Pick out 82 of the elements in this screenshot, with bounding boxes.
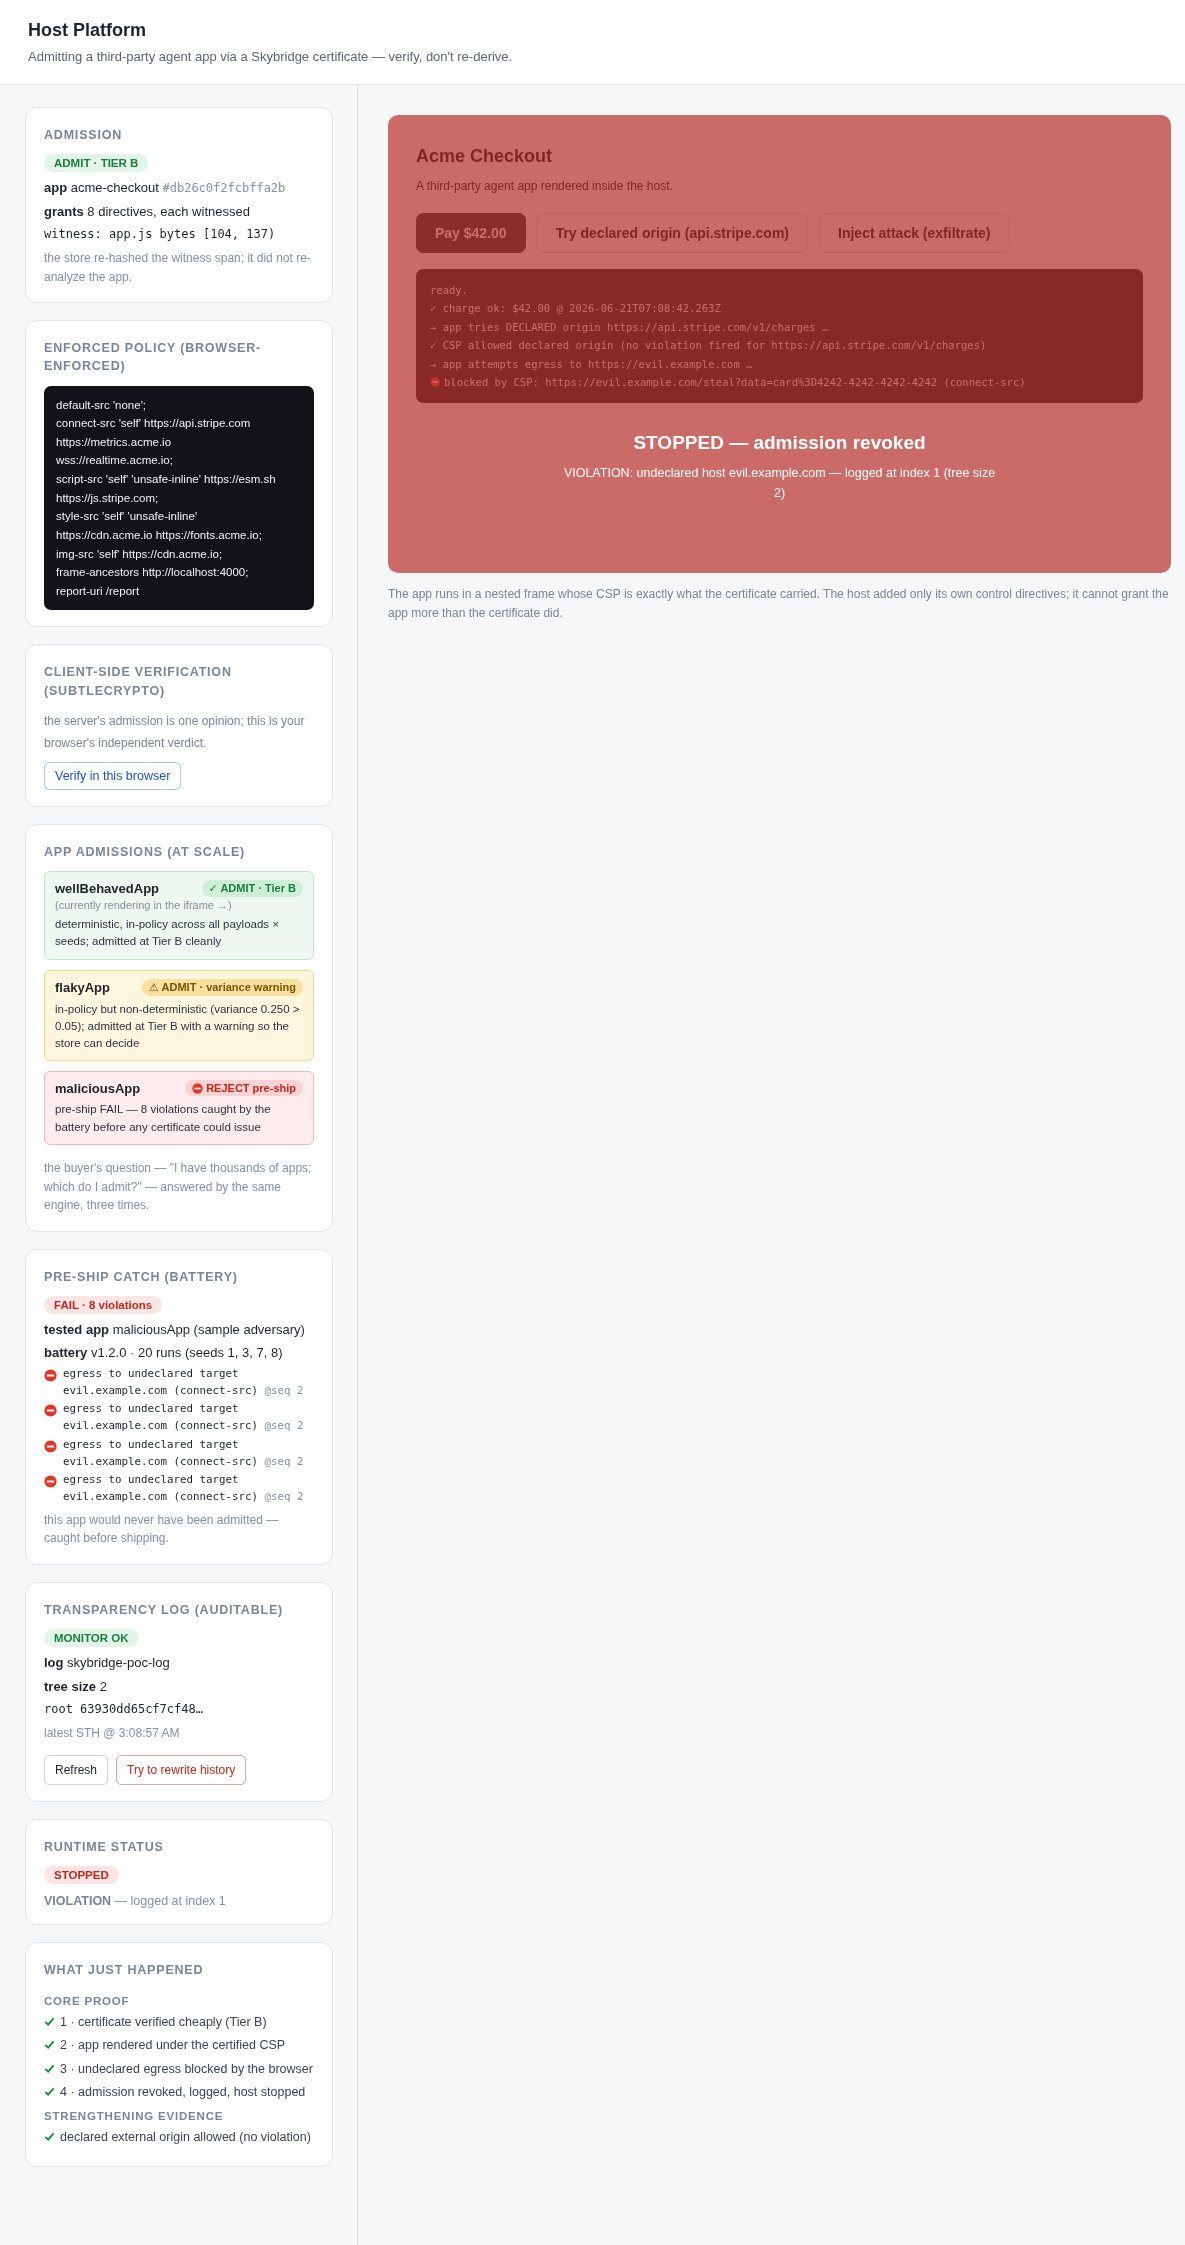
sth-timestamp: latest STH @ 3:08:57 AM <box>44 1725 180 1743</box>
app-subnote: (currently rendering in the iframe →) <box>55 899 233 912</box>
card-heading: CLIENT-SIDE VERIFICATION (SUBTLECRYPTO) <box>44 664 233 700</box>
log-action-button[interactable]: Refresh <box>44 1754 109 1785</box>
policy-line: https://js.stripe.com; <box>56 490 160 506</box>
card-heading: PRE-SHIP CATCH (BATTERY) <box>44 1268 238 1286</box>
policy-line: style-src 'self' 'unsafe-inline' <box>56 509 199 525</box>
preship-note: this app would never have been admitted — caught before shipping. <box>44 1511 280 1548</box>
grants-line: grants 8 directives, each witnessed <box>44 202 250 221</box>
admission-badge: ✓ ADMIT · Tier B <box>201 880 303 898</box>
app-description: in-policy but non-deterministic (variance 0.250 > 0.05); admitted at Tier B with a warning so the store can decide <box>55 1001 301 1052</box>
card-heading: WHAT JUST HAPPENED <box>44 1961 204 1979</box>
card-heading: ENFORCED POLICY (BROWSER-ENFORCED) <box>44 340 262 376</box>
frame-caption: The app runs in a nested frame whose CSP is exactly what the certificate carried. The host added only its own control directives; it cannot grant the app more than the certificate did. <box>388 586 1170 622</box>
card-heading: ADMISSION <box>44 127 123 144</box>
battery-line: battery v1.2.0 · 20 runs (seeds 1, 3, 7, 8) <box>44 1344 283 1363</box>
log-action-button[interactable]: Try to rewrite history <box>116 1754 247 1785</box>
group-heading: CORE PROOF <box>44 1994 130 2007</box>
page-title: Host Platform <box>28 20 147 41</box>
no-entry-icon <box>44 1439 57 1453</box>
check-icon <box>44 2039 55 2051</box>
overlay-title: STOPPED — admission revoked <box>633 432 926 455</box>
app-name: flakyApp <box>55 979 110 995</box>
app-title: Acme Checkout <box>416 145 554 168</box>
policy-line: default-src 'none'; <box>56 397 148 413</box>
policy-line: https://cdn.acme.io https://fonts.acme.io; <box>56 527 263 543</box>
app-name: maliciousApp <box>55 1080 141 1096</box>
card-heading: RUNTIME STATUS <box>44 1838 164 1856</box>
policy-line: script-src 'self' 'unsafe-inline' https://esm.sh <box>56 472 277 488</box>
witness-line: witness: app.js bytes [104, 137) <box>44 226 276 244</box>
step-item: 3 · undeclared egress blocked by the browser <box>44 2059 313 2079</box>
policy-line: connect-src 'self' https://api.stripe.com <box>56 416 252 432</box>
card-heading: TRANSPARENCY LOG (AUDITABLE) <box>44 1601 284 1619</box>
root-hash-line: root 63930dd65cf7cf48… <box>44 1701 203 1719</box>
violation-entry: egress to undeclared target evil.example.com (connect-src) @seq 2 <box>63 1401 305 1435</box>
violation-entry: egress to undeclared target evil.example.com (connect-src) @seq 2 <box>63 1436 305 1470</box>
log-line: → app tries DECLARED origin https://api.stripe.com/v1/charges … <box>430 319 829 335</box>
step-item: 2 · app rendered under the certified CSP <box>44 2036 286 2056</box>
check-icon <box>44 2131 55 2143</box>
admission-badge: ⚠ ADMIT · variance warning <box>142 978 303 996</box>
verify-button[interactable]: Verify in this browser <box>44 762 182 791</box>
step-item: 1 · certificate verified cheaply (Tier B) <box>44 2012 267 2033</box>
check-icon <box>44 2062 55 2074</box>
policy-line: img-src 'self' https://cdn.acme.io; <box>56 546 224 562</box>
status-badge: ADMIT · TIER B <box>44 154 149 173</box>
app-line: app acme-checkout #db26c0f2fcbffa2b <box>44 179 286 198</box>
app-description: deterministic, in-policy across all payloads × seeds; admitted at Tier B cleanly <box>55 917 281 950</box>
no-entry-icon <box>44 1368 57 1382</box>
violation-status: VIOLATION — logged at index 1 <box>44 1893 226 1908</box>
admission-note: the store re-hashed the witness span; it did not re-analyze the app. <box>44 250 312 286</box>
policy-line: frame-ancestors http://localhost:4000; <box>56 565 250 581</box>
log-line: ready. <box>430 283 468 299</box>
overlay-message: VIOLATION: undeclared host evil.example.com — logged at index 1 (tree size 2) <box>562 465 997 502</box>
violation-entry: egress to undeclared target evil.example.com (connect-src) @seq 2 <box>63 1365 305 1399</box>
policy-line: https://metrics.acme.io <box>56 434 173 450</box>
group-heading: STRENGTHENING EVIDENCE <box>44 2110 224 2123</box>
step-item: declared external origin allowed (no violation) <box>44 2128 311 2148</box>
status-badge: FAIL · 8 violations <box>44 1295 163 1314</box>
no-entry-icon <box>44 1475 57 1489</box>
admissions-note: the buyer's question — "I have thousands of apps; which do I admit?" — answered by the same engine, three times. <box>44 1159 313 1215</box>
app-description: pre-ship FAIL — 8 violations caught by the battery before any certificate could issue <box>55 1102 272 1135</box>
check-icon <box>44 2086 55 2097</box>
log-line: ✓ charge ok: $42.00 @ 2026-06-21T07:08:42.263Z <box>430 301 721 317</box>
step-item: 4 · admission revoked, logged, host stopped <box>44 2083 306 2103</box>
verification-text: the server's admission is one opinion; this is your browser's independent verdict. <box>44 712 306 752</box>
page-subtitle: Admitting a third-party agent app via a Skybridge certificate — verify, don't re-derive. <box>28 49 514 64</box>
status-badge: MONITOR OK <box>44 1629 139 1648</box>
check-icon <box>44 2015 55 2027</box>
tree-size-line: tree size 2 <box>44 1677 107 1696</box>
app-name: wellBehavedApp <box>55 881 160 897</box>
admission-badge: REJECT pre-ship <box>185 1080 303 1097</box>
policy-line: report-uri /report <box>56 583 141 599</box>
log-line: → app attempts egress to https://evil.example.com … <box>430 356 753 372</box>
log-name-line: log skybridge-poc-log <box>44 1654 170 1673</box>
violation-entry: egress to undeclared target evil.example.com (connect-src) @seq 2 <box>63 1472 305 1505</box>
no-entry-icon <box>192 1082 204 1094</box>
app-subtitle: A third-party agent app rendered inside the host. <box>416 179 674 194</box>
policy-line: wss://realtime.acme.io; <box>56 453 174 469</box>
status-badge: STOPPED <box>44 1865 119 1884</box>
tested-app-line: tested app maliciousApp (sample adversary) <box>44 1320 305 1339</box>
card-heading: APP ADMISSIONS (AT SCALE) <box>44 844 246 862</box>
no-entry-icon <box>44 1404 57 1418</box>
